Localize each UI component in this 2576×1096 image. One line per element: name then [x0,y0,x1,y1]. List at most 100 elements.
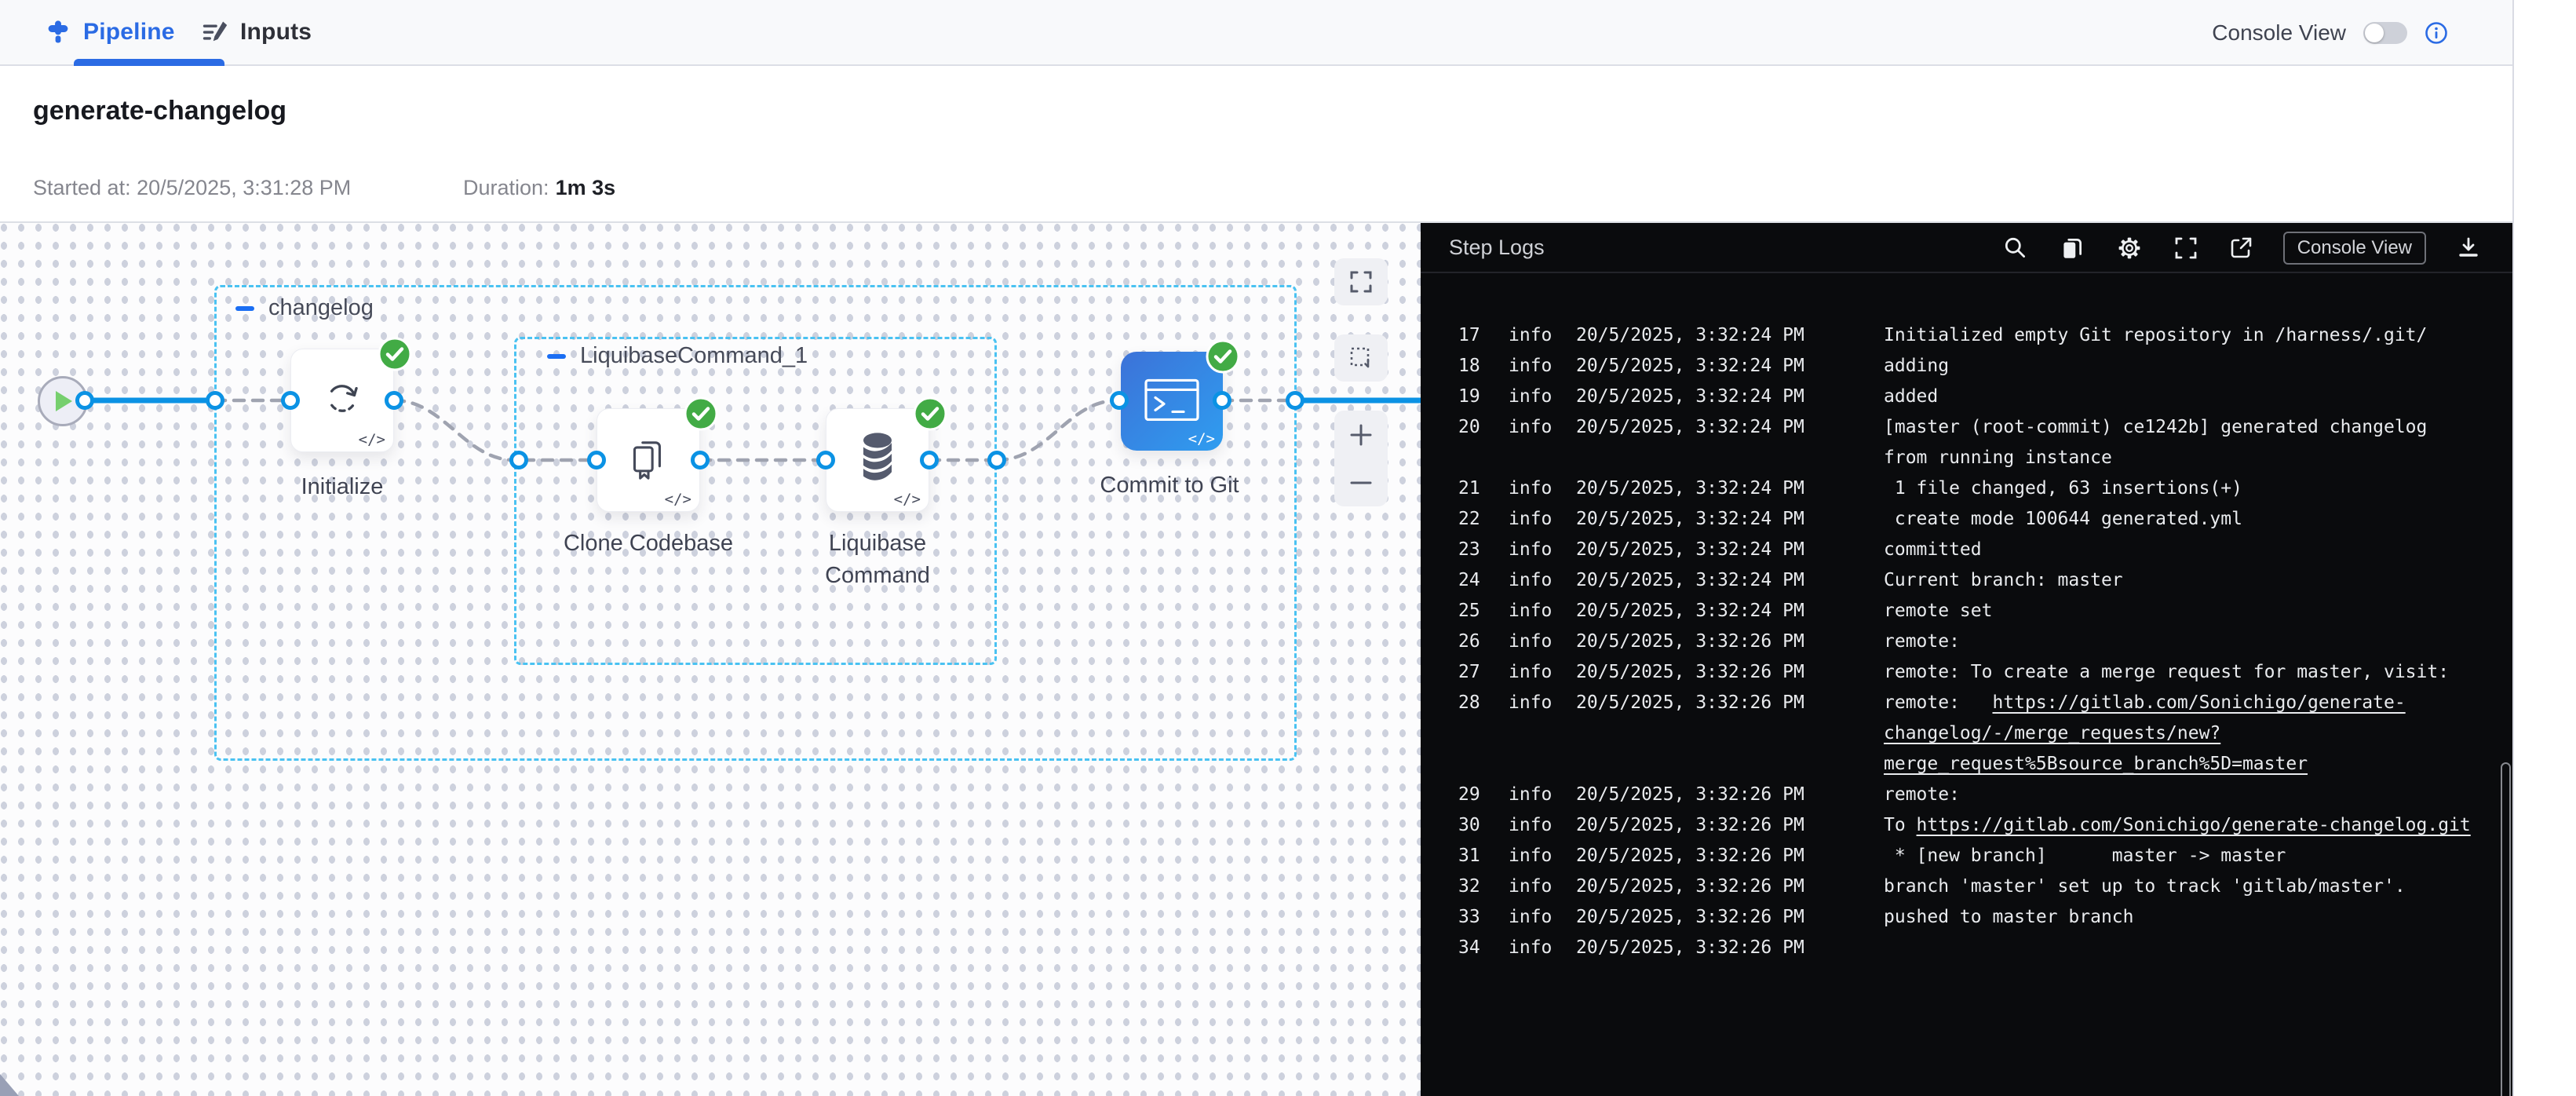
log-row: 17info20/5/2025, 3:32:24 PMInitialized e… [1421,320,2514,351]
log-row: 25info20/5/2025, 3:32:24 PMremote set [1421,596,2514,627]
connector-port [385,391,403,410]
log-level: info [1509,841,1552,871]
log-link[interactable]: https://gitlab.com/Sonichigo/generate-ch… [1917,815,2471,835]
log-text: from running instance [1884,448,2112,468]
log-row: 24info20/5/2025, 3:32:24 PMCurrent branc… [1421,565,2514,596]
pipeline-title: generate-changelog [33,96,286,126]
duration: Duration:1m 3s [463,176,615,200]
log-timestamp: 20/5/2025, 3:32:26 PM [1576,688,1804,718]
log-level: info [1509,871,1552,902]
external-link-icon [2228,236,2253,261]
gear-icon [2115,234,2144,262]
node-label-commit-to-git: Commit to Git [1083,469,1256,502]
log-level: info [1509,688,1552,718]
log-link[interactable]: https://gitlab.com/Sonichigo/generate- [1992,692,2405,713]
log-level: info [1509,382,1552,412]
node-clone-codebase[interactable]: </> [597,408,700,512]
node-liquibase-command[interactable]: </> [826,408,929,512]
log-settings-button[interactable] [2115,234,2144,262]
log-line-number: 22 [1458,504,1480,535]
pipeline-icon [44,18,72,46]
started-at: Started at: 20/5/2025, 3:31:28 PM [33,176,351,200]
console-view-toggle[interactable] [2363,22,2407,44]
log-text: remote set [1884,601,1992,621]
log-message: To https://gitlab.com/Sonichigo/generate… [1884,810,2471,841]
log-row: 32info20/5/2025, 3:32:26 PMbranch 'maste… [1421,871,2514,902]
log-message: added [1884,382,1938,412]
log-scrollbar-thumb[interactable] [2501,762,2511,1096]
search-logs-button[interactable] [2002,235,2029,261]
download-logs-button[interactable] [2456,236,2481,261]
success-badge [1206,339,1240,374]
zoom-in-button[interactable] [1334,411,1388,458]
log-message: Initialized empty Git repository in /har… [1884,320,2427,351]
log-text: create mode 100644 generated.yml [1884,509,2242,529]
log-message: from running instance [1884,443,2112,473]
log-level: info [1509,504,1552,535]
execution-header: generate-changelog Started at: 20/5/2025… [0,66,2512,223]
log-timestamp: 20/5/2025, 3:32:26 PM [1576,933,1804,963]
tab-pipeline[interactable]: Pipeline [44,0,175,64]
console-view-button[interactable]: Console View [2283,232,2426,265]
step-logs-title: Step Logs [1449,236,1545,260]
log-text: added [1884,386,1938,407]
console-view-label: Console View [2212,20,2346,46]
log-timestamp: 20/5/2025, 3:32:26 PM [1576,810,1804,841]
fit-to-screen-button[interactable] [1334,258,1388,305]
connector-port [206,391,224,410]
copy-logs-button[interactable] [2059,235,2085,261]
log-level: info [1509,902,1552,933]
log-message: remote: To create a merge request for ma… [1884,657,2449,688]
copy-icon [2059,235,2085,261]
pipeline-execution-app: Pipeline Inputs Console View [0,0,2514,1096]
log-row: 26info20/5/2025, 3:32:26 PMremote: [1421,627,2514,657]
info-icon[interactable] [2425,21,2448,45]
log-timestamp: 20/5/2025, 3:32:26 PM [1576,841,1804,871]
log-row: 18info20/5/2025, 3:32:24 PMadding [1421,351,2514,382]
tab-inputs[interactable]: Inputs [201,0,312,64]
log-text: remote: [1884,692,1992,713]
marquee-select-button[interactable] [1334,334,1388,382]
log-text: * [new branch] master -> master [1884,846,2286,866]
plus-icon [1348,422,1374,448]
node-label-initialize: Initialize [264,471,421,503]
log-timestamp: 20/5/2025, 3:32:24 PM [1576,535,1804,565]
open-in-new-tab-button[interactable] [2228,236,2253,261]
connector-port [816,451,835,469]
log-message: changelog/-/merge_requests/new? [1884,718,2220,749]
log-level: info [1509,627,1552,657]
log-timestamp: 20/5/2025, 3:32:24 PM [1576,382,1804,412]
collapse-group-liquibasecommand-1[interactable] [547,354,566,359]
log-output[interactable]: 17info20/5/2025, 3:32:24 PMInitialized e… [1421,275,2514,1096]
collapse-group-changelog[interactable] [235,306,254,311]
expand-logs-button[interactable] [2173,236,2198,261]
zoom-out-button[interactable] [1334,458,1388,506]
success-badge [378,337,412,371]
log-line-number: 25 [1458,596,1480,627]
refresh-icon [316,374,368,423]
log-message: create mode 100644 generated.yml [1884,504,2242,535]
success-badge [684,396,718,431]
log-row: merge_request%5Bsource_branch%5D=master [1421,749,2514,780]
play-icon [51,389,75,414]
log-timestamp: 20/5/2025, 3:32:24 PM [1576,412,1804,443]
download-icon [2456,236,2481,261]
code-marker: </> [665,491,691,508]
log-line-number: 29 [1458,780,1480,810]
log-text: remote: [1884,784,1960,805]
node-label-clone-codebase: Clone Codebase [562,528,735,560]
log-level: info [1509,535,1552,565]
node-commit-to-git[interactable]: </> [1121,352,1223,451]
connector-port [920,451,939,469]
log-message: Current branch: master [1884,565,2123,596]
log-message: merge_request%5Bsource_branch%5D=master [1884,749,2308,780]
group-label-liquibasecommand-1: LiquibaseCommand_1 [580,343,808,369]
step-logs-panel: Step Logs [1421,223,2514,1096]
log-message: committed [1884,535,1982,565]
log-row: 19info20/5/2025, 3:32:24 PMadded [1421,382,2514,412]
log-link[interactable]: changelog/-/merge_requests/new? [1884,723,2220,743]
node-initialize[interactable]: </> [290,349,394,452]
log-level: info [1509,780,1552,810]
log-link[interactable]: merge_request%5Bsource_branch%5D=master [1884,754,2308,774]
pipeline-graph-canvas[interactable]: changelog LiquibaseCommand_1 [0,223,1421,1096]
